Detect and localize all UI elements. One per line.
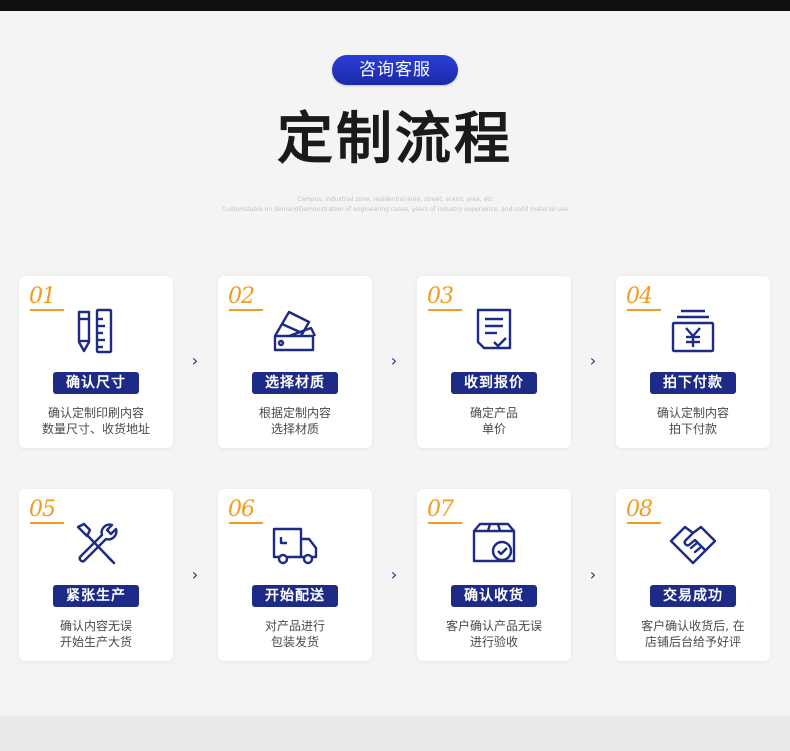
step-desc-line-1: 确定产品 <box>469 406 518 420</box>
step-badge: 选择材质 <box>252 372 338 394</box>
bottom-bar <box>0 716 790 751</box>
delivery-truck-icon <box>271 519 319 569</box>
step-card-6: 06 开始配送 对产品进行 包装发货 <box>218 489 372 661</box>
step-desc-line-2: 开始生产大货 <box>59 635 132 649</box>
step-number: 06 <box>228 497 255 522</box>
step-badge: 收到报价 <box>451 372 537 394</box>
yen-payment-icon <box>669 306 717 356</box>
step-desc-line-2: 包装发货 <box>270 635 319 649</box>
step-desc-line-1: 客户确认收货后, 在 <box>641 619 745 633</box>
step-desc-line-1: 根据定制内容 <box>258 406 331 420</box>
swatch-fan-icon <box>271 306 319 356</box>
step-badge: 确认收货 <box>451 585 537 607</box>
box-check-icon <box>470 519 518 569</box>
step-number-underline <box>626 522 662 524</box>
step-card-7: 07 确认收货 客户确认产品无误 进行验收 <box>417 489 571 661</box>
step-desc-line-1: 确认定制内容 <box>656 406 729 420</box>
step-card-5: 05 紧张生产 确认内容无误 开始生产大货 <box>19 489 173 661</box>
step-number-underline <box>626 309 662 311</box>
step-number: 08 <box>626 497 653 522</box>
ruler-pencil-icon <box>72 306 120 356</box>
step-number: 02 <box>228 284 255 309</box>
step-desc-line-2: 店铺后台给予好评 <box>644 635 741 649</box>
step-desc-line-2: 进行验收 <box>469 635 518 649</box>
step-desc-line-2: 拍下付款 <box>668 422 717 436</box>
step-number-underline <box>228 309 264 311</box>
step-number-underline <box>228 522 264 524</box>
step-desc-line-1: 对产品进行 <box>264 619 325 633</box>
step-number: 01 <box>29 284 56 309</box>
step-card-3: 03 收到报价 确定产品 单价 <box>417 276 571 448</box>
next-arrow-icon: › <box>589 565 597 584</box>
subtitle-line-1: Campus, industrial zone, residential are… <box>297 196 493 203</box>
step-number: 03 <box>427 284 454 309</box>
handshake-icon <box>669 519 717 569</box>
step-desc-line-1: 确认内容无误 <box>59 619 132 633</box>
step-card-4: 04 拍下付款 确认定制内容 拍下付款 <box>616 276 770 448</box>
step-card-1: 01 确认尺寸 确认定制印刷内容 数量尺寸、收货地址 <box>19 276 173 448</box>
step-badge: 确认尺寸 <box>53 372 139 394</box>
step-desc-line-1: 客户确认产品无误 <box>445 619 542 633</box>
step-desc-line-1: 确认定制印刷内容 <box>47 406 144 420</box>
next-arrow-icon: › <box>191 565 199 584</box>
step-number-underline <box>29 309 65 311</box>
step-number: 04 <box>626 284 653 309</box>
subtitle-line-2: Customizable on demandDemonstration of e… <box>222 206 568 213</box>
next-arrow-icon: › <box>589 351 597 370</box>
step-desc-line-2: 数量尺寸、收货地址 <box>41 422 150 436</box>
step-number: 07 <box>427 497 454 522</box>
next-arrow-icon: › <box>390 351 398 370</box>
next-arrow-icon: › <box>390 565 398 584</box>
next-arrow-icon: › <box>191 351 199 370</box>
step-badge: 紧张生产 <box>53 585 139 607</box>
customer-service-button[interactable]: 咨询客服 <box>332 55 458 85</box>
quote-document-icon <box>470 306 518 356</box>
step-card-2: 02 选择材质 根据定制内容 选择材质 <box>218 276 372 448</box>
step-number-underline <box>29 522 65 524</box>
step-badge: 交易成功 <box>650 585 736 607</box>
tools-icon <box>72 519 120 569</box>
page-title: 定制流程 <box>277 107 513 172</box>
step-number-underline <box>427 522 463 524</box>
step-badge: 开始配送 <box>252 585 338 607</box>
step-card-8: 08 交易成功 客户确认收货后, 在 店铺后台给予好评 <box>616 489 770 661</box>
top-bar <box>0 0 790 11</box>
step-number: 05 <box>29 497 56 522</box>
step-number-underline <box>427 309 463 311</box>
step-badge: 拍下付款 <box>650 372 736 394</box>
step-desc-line-2: 选择材质 <box>270 422 319 436</box>
step-desc-line-2: 单价 <box>481 422 506 436</box>
